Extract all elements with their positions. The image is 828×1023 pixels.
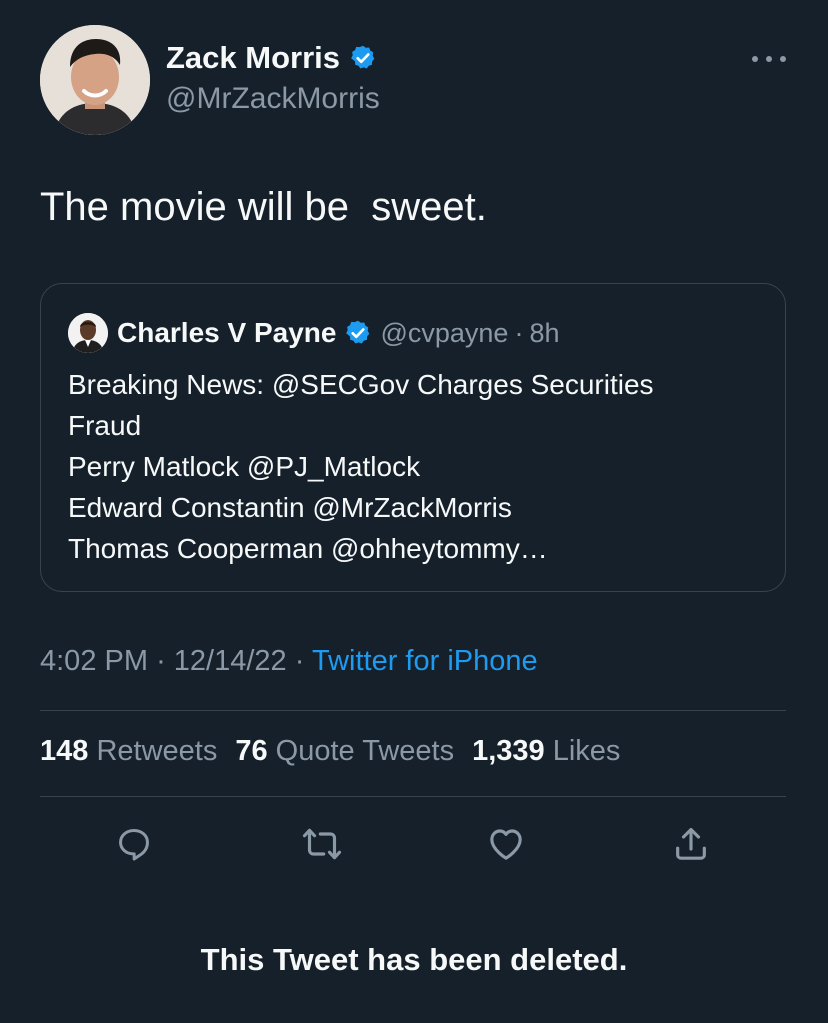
share-icon	[676, 827, 706, 860]
divider	[40, 796, 786, 797]
quote-line: Thomas Cooperman @ohheytommy…	[68, 533, 548, 564]
quote-text: Breaking News: @SECGov Charges Securitie…	[68, 364, 768, 569]
quote-line: Fraud	[68, 410, 142, 441]
more-dot	[752, 56, 758, 62]
tweet-stats: 148 Retweets 76 Quote Tweets 1,339 Likes	[40, 735, 620, 768]
deleted-tweet-notice: This Tweet has been deleted.	[200, 942, 628, 977]
quote-header: Charles V Payne @cvpayne · 8h	[117, 313, 559, 353]
avatar-photo-icon	[40, 25, 150, 135]
verified-badge-icon	[351, 45, 375, 69]
like-button[interactable]	[484, 822, 528, 866]
more-dot	[780, 56, 786, 62]
author-handle[interactable]: @MrZackMorris	[166, 82, 380, 116]
quote-separator: ·	[514, 317, 524, 348]
tweet-time[interactable]: 4:02 PM	[40, 645, 148, 677]
tweet-source-link[interactable]: Twitter for iPhone	[312, 645, 538, 677]
share-button[interactable]	[669, 822, 713, 866]
likes-count: 1,339	[472, 735, 545, 767]
quote-author-handle[interactable]: @cvpayne	[380, 318, 508, 349]
quote-line: Breaking News: @SECGov Charges Securitie…	[68, 369, 654, 400]
reply-icon	[119, 829, 149, 861]
retweets-stat[interactable]: 148 Retweets	[40, 735, 217, 768]
quote-line: Edward Constantin @MrZackMorris	[68, 492, 512, 523]
verified-badge-icon	[346, 320, 370, 344]
tweet-meta: 4:02 PM · 12/14/22 · Twitter for iPhone	[40, 645, 538, 678]
retweets-count: 148	[40, 735, 89, 767]
meta-separator: ·	[294, 645, 305, 677]
retweet-icon	[302, 828, 342, 860]
quote-tweets-count: 76	[235, 735, 268, 767]
quote-time: 8h	[529, 317, 560, 348]
likes-label: Likes	[552, 735, 621, 767]
author-avatar[interactable]	[40, 25, 150, 135]
like-icon	[490, 829, 522, 860]
author-display-name[interactable]: Zack Morris	[166, 40, 377, 76]
quote-author-avatar[interactable]	[68, 313, 108, 353]
divider	[40, 710, 786, 711]
retweets-label: Retweets	[96, 735, 218, 767]
tweet-text: The movie will be sweet.	[40, 185, 487, 229]
author-name-text: Zack Morris	[166, 40, 341, 75]
tweet-date[interactable]: 12/14/22	[174, 645, 287, 677]
reply-button[interactable]	[112, 822, 156, 866]
meta-separator: ·	[156, 645, 166, 677]
quote-author-name[interactable]: Charles V Payne	[117, 317, 336, 349]
quote-tweets-label: Quote Tweets	[275, 735, 455, 767]
more-options-icon[interactable]	[752, 50, 786, 68]
likes-stat[interactable]: 1,339 Likes	[472, 735, 620, 768]
quote-line: Perry Matlock @PJ_Matlock	[68, 451, 421, 482]
more-dot	[766, 56, 772, 62]
retweet-button[interactable]	[300, 822, 344, 866]
quote-tweets-stat[interactable]: 76 Quote Tweets	[235, 735, 454, 768]
avatar-photo-icon	[68, 313, 108, 353]
